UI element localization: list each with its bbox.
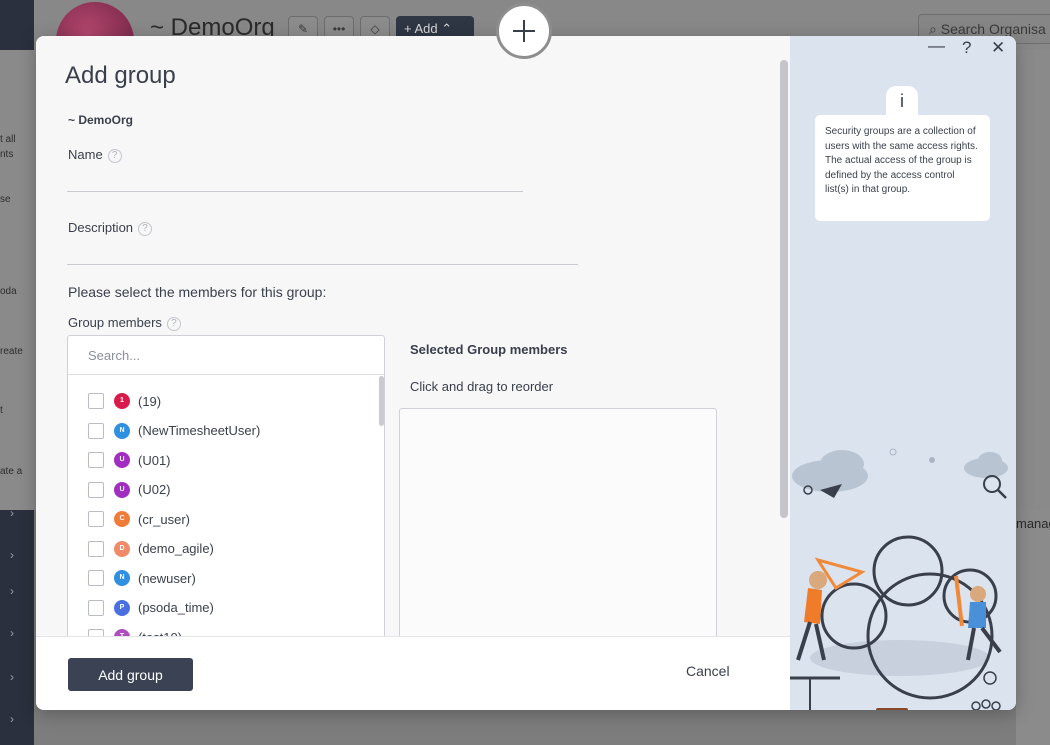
minimize-icon[interactable]: — [928, 36, 945, 56]
add-group-modal: Add group ~ DemoOrg Name? Description? P… [36, 36, 1016, 710]
chevron-right-icon: › [10, 670, 14, 684]
member-checkbox[interactable] [88, 481, 104, 498]
help-icon[interactable]: ? [962, 38, 971, 58]
chevron-right-icon: › [10, 712, 14, 726]
name-input[interactable] [67, 191, 523, 192]
member-checkbox[interactable] [88, 393, 104, 409]
list-item[interactable]: 1 (19) [88, 391, 161, 411]
add-group-button[interactable]: Add group [68, 658, 193, 691]
list-item[interactable]: U (U02) [88, 480, 171, 500]
background-text: t all [0, 134, 16, 145]
list-item[interactable]: C (cr_user) [88, 509, 190, 529]
list-item[interactable]: U (U01) [88, 450, 171, 470]
plus-icon[interactable] [496, 3, 552, 59]
member-avatar-badge: U [114, 481, 130, 498]
background-text: oda [0, 286, 17, 297]
member-checkbox[interactable] [88, 540, 104, 557]
member-avatar-badge: N [114, 570, 130, 586]
modal-footer: Add group Cancel [36, 636, 790, 710]
selected-members-hint: Click and drag to reorder [410, 379, 554, 394]
selected-members-title: Selected Group members [410, 342, 568, 357]
help-icon[interactable]: ? [166, 316, 181, 331]
name-label-text: Name [68, 147, 103, 162]
background-text: ate a [0, 466, 23, 477]
member-checkbox[interactable] [88, 452, 104, 468]
cancel-button[interactable]: Cancel [686, 663, 730, 679]
member-avatar-badge: U [114, 452, 130, 468]
description-label-text: Description [68, 220, 134, 235]
members-list-box: Search... 1 (19) N (NewTimesheetUser) U (U01)… [67, 335, 385, 645]
close-icon[interactable]: ✕ [991, 38, 1005, 58]
group-members-label-text: Group members [68, 315, 162, 330]
chevron-right-icon: › [10, 584, 14, 598]
org-name: ~ DemoOrg [68, 113, 134, 127]
group-members-label: Group members? [68, 315, 181, 331]
name-label: Name? [68, 147, 122, 163]
members-scrollbar[interactable] [379, 376, 384, 426]
description-label: Description? [68, 220, 153, 236]
member-checkbox[interactable] [88, 570, 104, 586]
member-avatar-badge: P [114, 599, 130, 616]
modal-title: Add group [65, 62, 176, 89]
member-avatar-badge: D [114, 540, 130, 557]
background-text: reate [0, 346, 23, 357]
description-input[interactable] [67, 264, 578, 265]
selected-members-dropzone[interactable] [399, 408, 717, 648]
list-item[interactable]: N (newuser) [88, 568, 196, 588]
member-name: (demo_agile) [138, 541, 214, 556]
info-text: Security groups are a collection of user… [815, 115, 990, 221]
member-checkbox[interactable] [88, 511, 104, 527]
member-avatar-badge: N [114, 422, 130, 439]
member-name: (NewTimesheetUser) [138, 423, 261, 438]
member-name: (U01) [138, 452, 171, 468]
member-checkbox[interactable] [88, 422, 104, 439]
background-text: nts [0, 149, 14, 160]
info-panel: — ? ✕ i Security groups are a collection… [790, 36, 1016, 710]
list-item[interactable]: P (psoda_time) [88, 598, 214, 618]
info-icon: i [886, 86, 918, 118]
member-avatar-badge: 1 [114, 393, 130, 409]
list-item[interactable]: D (demo_agile) [88, 539, 214, 559]
modal-scrollbar[interactable] [780, 60, 788, 518]
background-left-panel: t all nts se oda reate t ate a [0, 50, 36, 510]
member-name: (19) [138, 393, 162, 409]
list-item[interactable]: N (NewTimesheetUser) [88, 421, 260, 441]
help-icon[interactable]: ? [138, 221, 153, 236]
member-avatar-badge: C [114, 511, 130, 527]
member-name: (psoda_time) [138, 600, 214, 615]
member-name: (newuser) [138, 570, 196, 586]
member-name: (cr_user) [138, 511, 191, 527]
member-name: (U02) [138, 482, 171, 497]
members-search-input[interactable]: Search... [68, 336, 384, 375]
background-right-lower: manag [1016, 510, 1050, 745]
background-text: manag [1016, 516, 1050, 531]
help-icon[interactable]: ? [107, 148, 122, 163]
chevron-right-icon: › [10, 626, 14, 640]
background-right-panel [1016, 50, 1050, 510]
member-checkbox[interactable] [88, 599, 104, 616]
background-text: se [0, 194, 11, 205]
background-text: t [0, 405, 3, 416]
modal-form-area: Add group ~ DemoOrg Name? Description? P… [36, 36, 790, 648]
chevron-right-icon: › [10, 548, 14, 562]
team-illustration [790, 448, 1008, 710]
select-members-prompt: Please select the members for this group… [68, 284, 327, 300]
